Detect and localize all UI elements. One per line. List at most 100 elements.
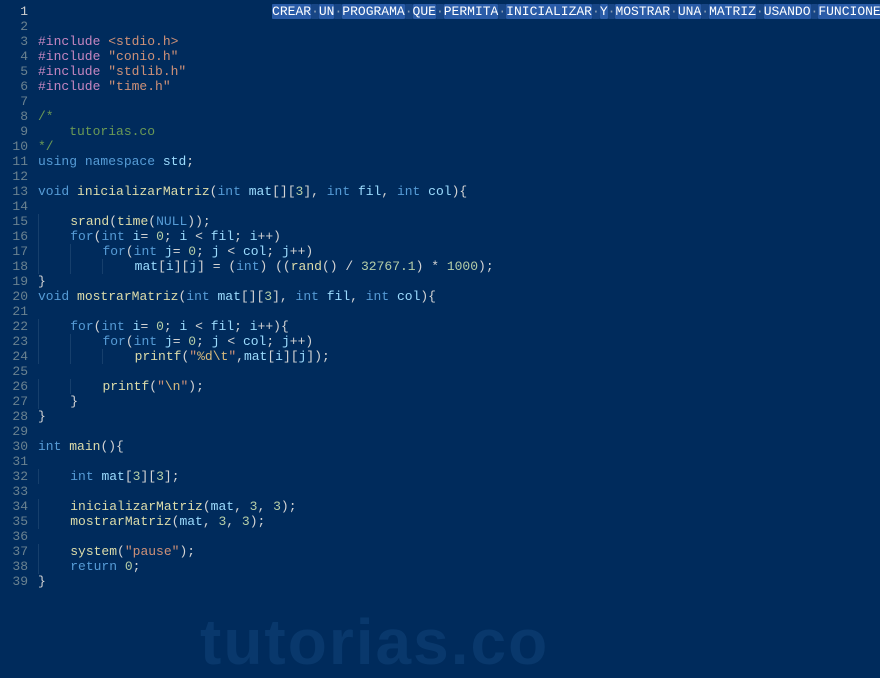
code-token: /* xyxy=(38,109,54,124)
code-line[interactable]: 26 printf("\n"); xyxy=(0,379,880,394)
code-line[interactable]: 16 for(int i= 0; i < fil; i++) xyxy=(0,229,880,244)
code-content[interactable]: } xyxy=(38,394,880,409)
code-line[interactable]: 34 inicializarMatriz(mat, 3, 3); xyxy=(0,499,880,514)
code-line[interactable]: 21 xyxy=(0,304,880,319)
code-line[interactable]: 12 xyxy=(0,169,880,184)
code-line[interactable]: 19} xyxy=(0,274,880,289)
code-line[interactable]: 36 xyxy=(0,529,880,544)
code-content[interactable]: /* xyxy=(38,109,880,124)
selected-text[interactable]: QUE xyxy=(413,4,436,19)
line-number: 26 xyxy=(0,379,38,394)
code-token: time xyxy=(117,214,148,229)
code-line[interactable]: 17 for(int j= 0; j < col; j++) xyxy=(0,244,880,259)
code-line[interactable]: 38 return 0; xyxy=(0,559,880,574)
code-token xyxy=(69,184,77,199)
code-content[interactable]: mat[i][j] = (int) ((rand() / 32767.1) * … xyxy=(38,259,880,274)
code-content[interactable]: printf("%d\t",mat[i][j]); xyxy=(38,349,880,364)
code-line[interactable]: 3#include <stdio.h> xyxy=(0,34,880,49)
code-line[interactable]: 5#include "stdlib.h" xyxy=(0,64,880,79)
code-content[interactable]: return 0; xyxy=(38,559,880,574)
code-content[interactable]: mostrarMatriz(mat, 3, 3); xyxy=(38,514,880,529)
line-number: 12 xyxy=(0,169,38,184)
selected-text[interactable]: FUNCIONES xyxy=(818,4,880,19)
code-content[interactable]: #include "stdlib.h" xyxy=(38,64,880,79)
code-content[interactable]: } xyxy=(38,574,880,589)
selected-text[interactable]: CREAR xyxy=(272,4,311,19)
code-token: ], xyxy=(272,289,295,304)
code-token: int xyxy=(101,319,124,334)
code-line[interactable]: 13void inicializarMatriz(int mat[][3], i… xyxy=(0,184,880,199)
code-content[interactable]: CREAR·UN·PROGRAMA·QUE·PERMITA·INICIALIZA… xyxy=(38,4,880,19)
code-content[interactable]: #include "time.h" xyxy=(38,79,880,94)
code-content[interactable]: } xyxy=(38,274,880,289)
selected-text[interactable]: PERMITA xyxy=(444,4,499,19)
code-line[interactable]: 27 } xyxy=(0,394,880,409)
code-line[interactable]: 1 CREAR·UN·PROGRAMA·QUE·PERMITA·INICIALI… xyxy=(0,4,880,19)
code-content[interactable]: for(int j= 0; j < col; j++) xyxy=(38,334,880,349)
code-token: */ xyxy=(38,139,54,154)
code-line[interactable]: 11using namespace std; xyxy=(0,154,880,169)
code-content[interactable]: printf("\n"); xyxy=(38,379,880,394)
code-content[interactable]: for(int j= 0; j < col; j++) xyxy=(38,244,880,259)
code-line[interactable]: 29 xyxy=(0,424,880,439)
code-line[interactable]: 25 xyxy=(0,364,880,379)
code-token: j xyxy=(282,334,290,349)
code-content[interactable]: int main(){ xyxy=(38,439,880,454)
code-line[interactable]: 22 for(int i= 0; i < fil; i++){ xyxy=(0,319,880,334)
code-line[interactable]: 37 system("pause"); xyxy=(0,544,880,559)
selected-text[interactable]: UNA xyxy=(678,4,701,19)
code-token: = xyxy=(140,229,156,244)
code-token: , xyxy=(350,289,366,304)
code-content[interactable]: for(int i= 0; i < fil; i++) xyxy=(38,229,880,244)
code-content[interactable]: for(int i= 0; i < fil; i++){ xyxy=(38,319,880,334)
code-content[interactable]: #include "conio.h" xyxy=(38,49,880,64)
code-line[interactable]: 7 xyxy=(0,94,880,109)
selected-text[interactable]: USANDO xyxy=(764,4,811,19)
code-token: int xyxy=(217,184,240,199)
code-line[interactable]: 35 mostrarMatriz(mat, 3, 3); xyxy=(0,514,880,529)
code-line[interactable]: 23 for(int j= 0; j < col; j++) xyxy=(0,334,880,349)
code-token: system xyxy=(70,544,117,559)
code-token: \n xyxy=(165,379,181,394)
code-content[interactable]: tutorias.co xyxy=(38,124,880,139)
code-line[interactable]: 10*/ xyxy=(0,139,880,154)
code-line[interactable]: 33 xyxy=(0,484,880,499)
code-line[interactable]: 9 tutorias.co xyxy=(0,124,880,139)
code-line[interactable]: 2 xyxy=(0,19,880,34)
code-line[interactable]: 28} xyxy=(0,409,880,424)
code-line[interactable]: 31 xyxy=(0,454,880,469)
code-line[interactable]: 14 xyxy=(0,199,880,214)
selected-text[interactable]: MATRIZ xyxy=(709,4,756,19)
code-token: 0 xyxy=(125,559,133,574)
code-editor[interactable]: 1 CREAR·UN·PROGRAMA·QUE·PERMITA·INICIALI… xyxy=(0,4,880,589)
selected-text[interactable]: Y xyxy=(600,4,608,19)
code-token: ( xyxy=(109,214,117,229)
code-line[interactable]: 15 srand(time(NULL)); xyxy=(0,214,880,229)
code-token: , xyxy=(236,349,244,364)
selected-text[interactable]: MOSTRAR xyxy=(615,4,670,19)
code-line[interactable]: 4#include "conio.h" xyxy=(0,49,880,64)
code-content[interactable]: #include <stdio.h> xyxy=(38,34,880,49)
code-token: ( xyxy=(148,214,156,229)
code-line[interactable]: 32 int mat[3][3]; xyxy=(0,469,880,484)
code-line[interactable]: 20void mostrarMatriz(int mat[][3], int f… xyxy=(0,289,880,304)
code-line[interactable]: 8/* xyxy=(0,109,880,124)
code-content[interactable]: void mostrarMatriz(int mat[][3], int fil… xyxy=(38,289,880,304)
code-line[interactable]: 6#include "time.h" xyxy=(0,79,880,94)
code-content[interactable]: void inicializarMatriz(int mat[][3], int… xyxy=(38,184,880,199)
code-content[interactable]: using namespace std; xyxy=(38,154,880,169)
code-content[interactable]: } xyxy=(38,409,880,424)
code-line[interactable]: 24 printf("%d\t",mat[i][j]); xyxy=(0,349,880,364)
code-content[interactable]: srand(time(NULL)); xyxy=(38,214,880,229)
code-content[interactable]: inicializarMatriz(mat, 3, 3); xyxy=(38,499,880,514)
selected-text[interactable]: INICIALIZAR xyxy=(506,4,592,19)
selected-text[interactable]: UN xyxy=(319,4,335,19)
code-content[interactable]: */ xyxy=(38,139,880,154)
code-line[interactable]: 18 mat[i][j] = (int) ((rand() / 32767.1)… xyxy=(0,259,880,274)
code-content[interactable]: system("pause"); xyxy=(38,544,880,559)
code-content[interactable]: int mat[3][3]; xyxy=(38,469,880,484)
code-token: j xyxy=(282,244,290,259)
code-line[interactable]: 39} xyxy=(0,574,880,589)
code-line[interactable]: 30int main(){ xyxy=(0,439,880,454)
selected-text[interactable]: PROGRAMA xyxy=(342,4,404,19)
